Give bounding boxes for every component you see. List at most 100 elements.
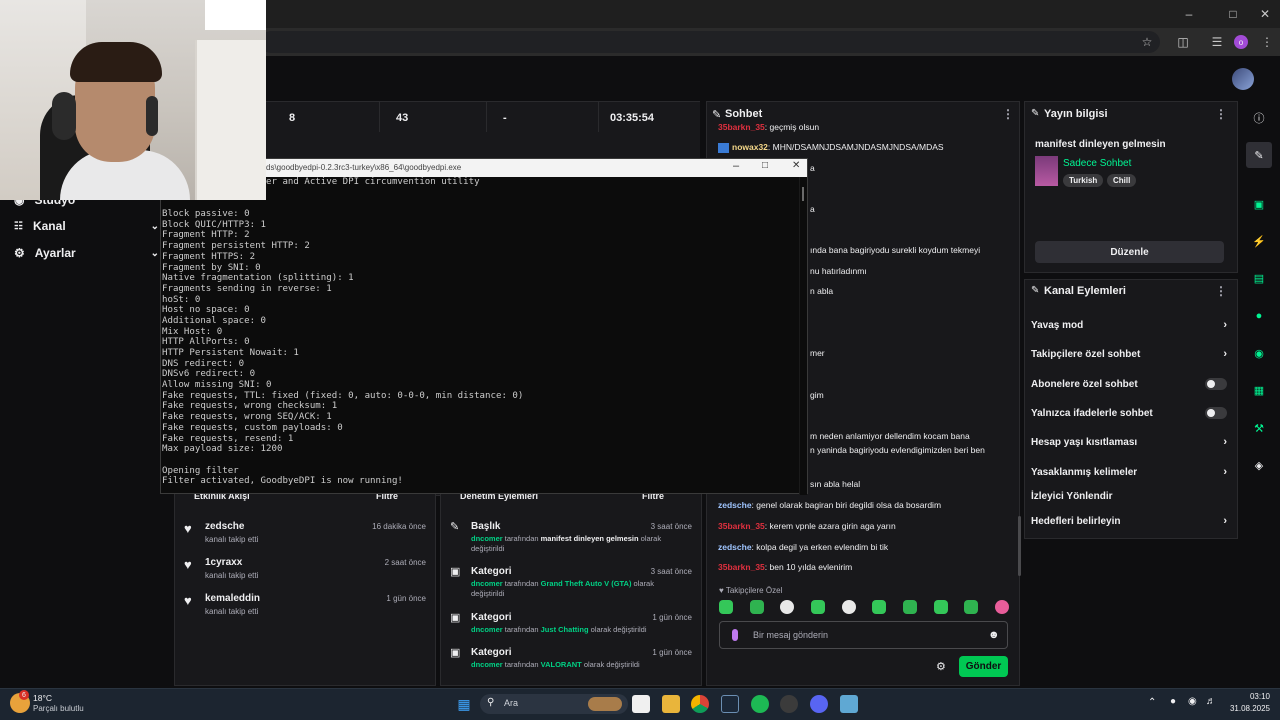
edit-stream-info-button[interactable]: Düzenle (1035, 241, 1224, 263)
moderation-item[interactable]: ▣ Kategori 1 gün önce dncomer tarafından… (450, 646, 696, 676)
chat-user[interactable]: nowax32 (732, 142, 768, 152)
emote-icon[interactable] (841, 600, 856, 614)
chat-input[interactable]: Bir mesaj gönderin ☻ (719, 621, 1008, 649)
nav-item-settings[interactable]: ⚙ Ayarlar ⌄ (14, 243, 159, 263)
emote-only-toggle[interactable] (1205, 407, 1227, 419)
close-icon[interactable]: ✕ (792, 160, 800, 171)
nav-label: Kanal (32, 219, 66, 233)
terminal-window[interactable]: ds\goodbyedpi-0.2.3rc3-turkey\x86_64\goo… (160, 158, 808, 495)
wrench-icon[interactable]: ⚒ (1246, 415, 1272, 441)
badge-icon (718, 142, 729, 153)
terminal-scroll-thumb[interactable] (802, 187, 804, 201)
user-avatar[interactable] (1232, 68, 1254, 90)
network-app-icon[interactable] (840, 695, 858, 713)
task-view-icon[interactable] (632, 695, 650, 713)
nav-item-channel[interactable]: ☷ Kanal ⌄ (14, 216, 159, 236)
emote-icon[interactable] (780, 600, 795, 614)
action-account-age[interactable]: Hesap yaşı kısıtlaması › (1031, 434, 1227, 450)
emote-icon[interactable] (933, 600, 948, 614)
emote-icon[interactable] (749, 600, 764, 614)
address-bar[interactable]: ☆ (260, 31, 1160, 53)
action-raid[interactable]: İzleyici Yönlendir (1031, 488, 1227, 504)
activity-item[interactable]: ♥ zedsche kanalı takip etti 16 dakika ön… (184, 520, 430, 550)
send-button[interactable]: Gönder (959, 656, 1008, 677)
chat-menu-icon[interactable]: ⋮ (1002, 107, 1014, 121)
tag[interactable]: Chill (1107, 174, 1137, 187)
terminal-line: Host no space: 0 (162, 305, 250, 316)
maximize-icon[interactable]: □ (762, 160, 768, 171)
emote-icon[interactable] (902, 600, 917, 614)
channel-actions-menu-icon[interactable]: ⋮ (1215, 284, 1227, 298)
discord-icon[interactable] (810, 695, 828, 713)
emote-icon[interactable] (872, 600, 887, 614)
browser-menu-icon[interactable]: ⋮ (1258, 33, 1276, 51)
chat-user[interactable]: zedsche (718, 542, 752, 552)
chat-settings-gear-icon[interactable]: ⚙ (936, 660, 946, 673)
terminal-output: : Passive DPI blocker and Active DPI cir… (161, 177, 807, 495)
minimize-icon[interactable]: – (1180, 5, 1198, 23)
moderation-item[interactable]: ▣ Kategori 3 saat önce dncomer tarafında… (450, 565, 696, 601)
extensions-icon[interactable]: ◈ (1246, 452, 1272, 478)
microphone-icon[interactable] (732, 629, 738, 641)
emote-icon[interactable] (964, 600, 979, 614)
volume-icon[interactable]: ♬ (1206, 696, 1216, 707)
terminal-line: Fake requests, TTL: fixed (fixed: 0, aut… (162, 390, 524, 401)
extensions-icon[interactable]: ◫ (1174, 33, 1192, 51)
maximize-icon[interactable]: □ (1224, 5, 1242, 23)
moderation-item[interactable]: ▣ Kategori 1 gün önce dncomer tarafından… (450, 611, 696, 641)
chat-user[interactable]: zedsche (718, 500, 752, 510)
clock-time[interactable]: 03:10 (1226, 692, 1270, 701)
clock-date[interactable]: 31.08.2025 (1222, 704, 1270, 713)
tag[interactable]: Turkish (1063, 174, 1104, 187)
taskbar-search[interactable]: ⚲ Ara (480, 694, 628, 714)
subscribers-only-toggle[interactable] (1205, 378, 1227, 390)
action-emote-only-chat[interactable]: Yalnızca ifadelerle sohbet (1031, 405, 1227, 421)
terminal-scrollbar[interactable] (799, 177, 807, 495)
windows-start-icon[interactable]: ▦ (455, 695, 473, 713)
broadcast-icon[interactable]: ◉ (1246, 340, 1272, 366)
file-explorer-icon[interactable] (662, 695, 680, 713)
chat-user[interactable]: 35barkn_35 (718, 562, 765, 572)
emote-icon[interactable] (994, 600, 1009, 614)
category-link[interactable]: Sadece Sohbet (1063, 158, 1131, 169)
minimize-icon[interactable]: – (733, 160, 739, 172)
media-control-icon[interactable]: ☰ (1208, 33, 1226, 51)
stream-info-menu-icon[interactable]: ⋮ (1215, 107, 1227, 121)
action-slow-mode[interactable]: Yavaş mod › (1031, 317, 1227, 333)
divider (598, 102, 599, 132)
action-followers-only-chat[interactable]: Takipçilere özel sohbet › (1031, 346, 1227, 362)
chat-user[interactable]: 35barkn_35 (718, 122, 765, 132)
steam-icon[interactable] (721, 695, 739, 713)
layout-icon[interactable]: ▦ (1246, 377, 1272, 403)
app-icon[interactable] (780, 695, 798, 713)
moderation-item[interactable]: ✎ Başlık 3 saat önce dncomer tarafından … (450, 520, 696, 556)
emote-icon[interactable] (810, 600, 825, 614)
emote-icon[interactable] (719, 600, 733, 614)
profile-avatar[interactable]: o (1234, 35, 1248, 49)
action-blocked-terms[interactable]: Yasaklanmış kelimeler › (1031, 464, 1227, 480)
tray-chevron-up-icon[interactable]: ⌃ (1148, 697, 1156, 708)
chat-bubble-icon[interactable]: ● (1246, 303, 1272, 329)
bookmark-star-icon[interactable]: ☆ (1138, 33, 1156, 51)
text: değiştirildi (471, 544, 505, 553)
action-subscribers-only-chat[interactable]: Abonelere özel sohbet (1031, 376, 1227, 392)
chat-user[interactable]: 35barkn_35 (718, 521, 765, 531)
action-set-goals[interactable]: Hedefleri belirleyin › (1031, 513, 1227, 529)
activity-item[interactable]: ♥ 1cyraxx kanalı takip etti 2 saat önce (184, 556, 430, 586)
light (205, 0, 266, 30)
chat-scrollbar[interactable] (1018, 516, 1021, 576)
document-icon[interactable]: ▤ (1246, 265, 1272, 291)
emoji-picker-icon[interactable]: ☻ (988, 629, 1000, 641)
wifi-icon[interactable]: ◉ (1188, 696, 1197, 707)
spotify-icon[interactable] (751, 695, 769, 713)
chrome-icon[interactable] (691, 695, 709, 713)
edit-icon[interactable]: ✎ (1246, 142, 1272, 168)
chevron-right-icon: › (1223, 348, 1227, 360)
close-icon[interactable]: ✕ (1256, 5, 1274, 23)
lightning-icon[interactable]: ⚡ (1246, 228, 1272, 254)
camera-icon[interactable]: ▣ (1246, 191, 1272, 217)
microphone-icon[interactable]: ● (1170, 696, 1176, 707)
activity-item[interactable]: ♥ kemaleddin kanalı takip etti 1 gün önc… (184, 592, 430, 622)
info-icon[interactable]: ⓘ (1246, 105, 1272, 131)
